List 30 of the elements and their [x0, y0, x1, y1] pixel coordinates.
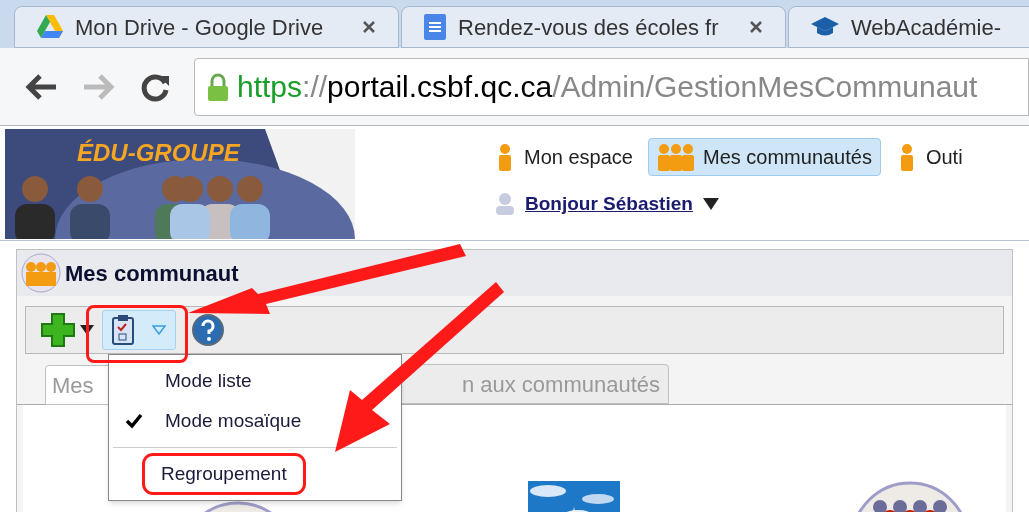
browser-tab[interactable]: Mon Drive - Google Drive — [14, 6, 399, 48]
caret-icon[interactable] — [80, 325, 94, 335]
drive-icon — [37, 15, 63, 39]
check-icon — [125, 413, 143, 429]
panel-title: Mes communaut — [65, 259, 239, 288]
view-mode-button[interactable] — [102, 310, 176, 350]
nav-tab[interactable]: Mon espace — [485, 138, 642, 176]
site-logo: ÉDU-GROUPE — [77, 138, 240, 168]
caret-icon[interactable] — [702, 198, 719, 211]
add-icon[interactable] — [40, 312, 76, 348]
reload-icon[interactable] — [140, 71, 170, 102]
close-icon[interactable] — [749, 20, 763, 34]
back-icon[interactable] — [24, 72, 58, 101]
community-icon — [21, 253, 61, 293]
greeting-link[interactable]: Bonjour Sébastien — [525, 190, 693, 219]
menu-item[interactable]: Regroupement — [109, 454, 401, 494]
user-icon — [495, 193, 515, 216]
address-field[interactable]: https://portail.csbf.qc.ca/Admin/GestionMesCommunaut — [194, 57, 1029, 116]
menu-item[interactable]: Mode mosaïque — [109, 401, 401, 441]
lock-icon — [207, 71, 229, 102]
nav-tab[interactable]: Mes communautés — [647, 138, 881, 176]
clipboard-icon — [112, 315, 134, 345]
browser-tab[interactable]: WebAcadémie- — [788, 6, 1029, 48]
nav-tab[interactable]: Outi — [886, 138, 972, 176]
close-icon[interactable] — [362, 20, 376, 34]
help-icon[interactable] — [192, 314, 224, 346]
browser-tab[interactable]: Rendez-vous des écoles fr — [401, 6, 786, 48]
person-icon — [656, 143, 695, 171]
document-icon — [424, 14, 446, 40]
dropdown-icon — [152, 325, 166, 335]
